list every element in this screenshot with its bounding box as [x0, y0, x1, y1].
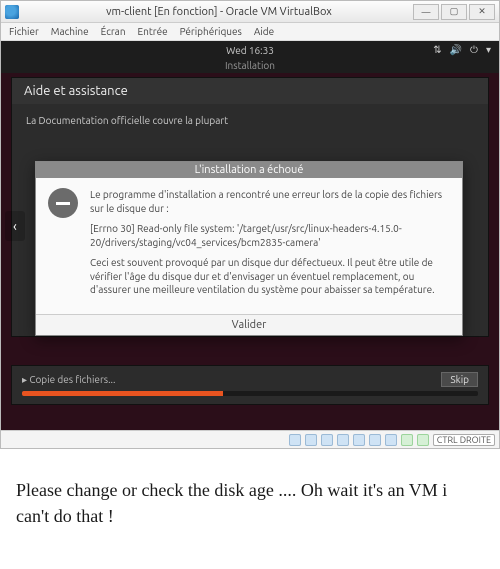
error-icon: [48, 188, 78, 218]
volume-icon[interactable]: 🔊: [450, 44, 462, 56]
status-display-icon[interactable]: [385, 434, 397, 446]
meme-caption: Please change or check the disk age ....…: [0, 449, 500, 529]
error-line-3: Ceci est souvent provoqué par un disque …: [90, 256, 450, 297]
error-line-2: [Errno 30] Read-only file system: '/targ…: [90, 222, 450, 249]
menu-machine[interactable]: Machine: [51, 26, 89, 37]
screenshot-frame: vm-client [En fonction] - Oracle VM Virt…: [0, 0, 500, 449]
status-hdd-icon[interactable]: [289, 434, 301, 446]
status-optical-icon[interactable]: [305, 434, 317, 446]
installer-title: Aide et assistance: [12, 78, 488, 104]
copy-text: Copie des fichiers...: [29, 374, 115, 385]
minimize-button[interactable]: —: [413, 4, 439, 20]
status-cpu-icon[interactable]: [417, 434, 429, 446]
power-icon[interactable]: ⏻: [470, 44, 478, 56]
system-menu-icon[interactable]: ▾: [486, 44, 491, 56]
activity-label: Installation: [1, 59, 499, 73]
virtualbox-icon: [5, 5, 19, 19]
window-title: vm-client [En fonction] - Oracle VM Virt…: [25, 6, 413, 18]
installer-intro: La Documentation officielle couvre la pl…: [26, 114, 474, 128]
progress-bar: [22, 391, 478, 396]
copy-progress-panel: ▸ Copie des fichiers... Skip: [11, 365, 489, 405]
menu-ecran[interactable]: Écran: [101, 26, 126, 37]
guest-display: Wed 16:33 ⇅ 🔊 ⏻ ▾ Installation Aide et a…: [1, 41, 499, 431]
virtualbox-titlebar: vm-client [En fonction] - Oracle VM Virt…: [1, 1, 499, 23]
skip-button[interactable]: Skip: [441, 372, 478, 387]
clock[interactable]: Wed 16:33: [226, 45, 274, 56]
virtualbox-menubar: Fichier Machine Écran Entrée Périphériqu…: [1, 23, 499, 41]
error-dialog: L'installation a échoué Le programme d'i…: [35, 161, 463, 336]
error-body: Le programme d'installation a rencontré …: [36, 178, 462, 314]
installer-body: La Documentation officielle couvre la pl…: [12, 104, 488, 138]
close-button[interactable]: ✕: [469, 4, 495, 20]
gnome-top-bar: Wed 16:33 ⇅ 🔊 ⏻ ▾: [1, 41, 499, 59]
error-text: Le programme d'installation a rencontré …: [90, 188, 450, 304]
status-audio-icon[interactable]: [321, 434, 333, 446]
menu-fichier[interactable]: Fichier: [9, 26, 39, 37]
status-usb-icon[interactable]: [353, 434, 365, 446]
status-shared-icon[interactable]: [369, 434, 381, 446]
menu-entree[interactable]: Entrée: [138, 26, 168, 37]
back-button[interactable]: ‹: [5, 211, 25, 241]
status-network-icon[interactable]: [337, 434, 349, 446]
error-line-1: Le programme d'installation a rencontré …: [90, 188, 450, 215]
status-recording-icon[interactable]: [401, 434, 413, 446]
window-buttons: — ▢ ✕: [413, 4, 495, 20]
maximize-button[interactable]: ▢: [441, 4, 467, 20]
validate-button[interactable]: Valider: [36, 314, 462, 335]
copy-label: ▸ Copie des fichiers...: [22, 374, 115, 386]
menu-peripheriques[interactable]: Périphériques: [180, 26, 242, 37]
error-title: L'installation a échoué: [36, 162, 462, 178]
menu-aide[interactable]: Aide: [254, 26, 274, 37]
progress-fill: [22, 391, 223, 396]
virtualbox-statusbar: CTRL DROITE: [1, 430, 499, 448]
expand-icon[interactable]: ▸: [22, 374, 27, 385]
host-key-indicator: CTRL DROITE: [433, 434, 495, 446]
network-icon[interactable]: ⇅: [433, 44, 441, 56]
